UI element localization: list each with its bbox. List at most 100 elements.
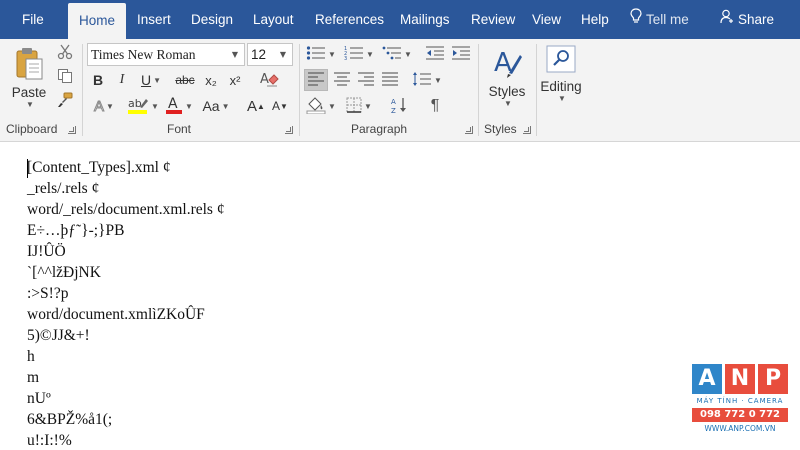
tell-me-label: Tell me — [646, 12, 689, 27]
styles-button[interactable]: A Styles ▼ — [484, 43, 530, 119]
ribbon-tab-bar: File Home Insert Design Layout Reference… — [0, 0, 800, 39]
svg-text:A: A — [391, 98, 396, 106]
strikethrough-button[interactable]: abc — [172, 69, 198, 91]
superscript-button[interactable]: x² — [224, 69, 246, 91]
chevron-down-icon: ▼ — [366, 49, 374, 59]
tab-references[interactable]: References — [315, 0, 384, 39]
chevron-down-icon: ▼ — [185, 101, 193, 111]
logo-phone: 098 772 0 772 — [692, 408, 788, 422]
format-painter-button[interactable] — [55, 91, 75, 111]
document-line: [Content_Types].xml ¢ — [27, 159, 171, 176]
tab-layout[interactable]: Layout — [253, 0, 294, 39]
chevron-down-icon: ▼ — [221, 101, 230, 111]
group-divider — [536, 44, 537, 136]
font-launcher-icon[interactable] — [285, 126, 293, 134]
clipboard-launcher-icon[interactable] — [68, 126, 76, 134]
tab-design[interactable]: Design — [191, 0, 233, 39]
indent-icon — [451, 45, 471, 64]
tab-view[interactable]: View — [532, 0, 561, 39]
text-effects-button[interactable]: A ▼ — [88, 95, 120, 117]
italic-button[interactable]: I — [112, 69, 132, 91]
bold-button[interactable]: B — [88, 69, 108, 91]
sort-az-icon: AZ — [391, 96, 409, 117]
paintbrush-icon — [57, 92, 73, 111]
bullets-button[interactable]: ▼ — [304, 43, 338, 65]
grow-font-button[interactable]: A ▲ — [245, 95, 267, 117]
cut-button[interactable] — [55, 43, 75, 63]
logo-letter-n: N — [725, 364, 755, 394]
clear-formatting-button[interactable]: A — [257, 69, 281, 91]
eraser-icon: A — [259, 70, 279, 91]
decrease-indent-button[interactable] — [424, 43, 446, 65]
document-line: word/document.xmlìZKoÛF — [27, 306, 205, 323]
paint-bucket-icon — [306, 96, 326, 117]
align-right-button[interactable] — [354, 69, 378, 91]
paragraph-launcher-icon[interactable] — [465, 126, 473, 134]
font-name-combo[interactable]: Times New Roman ▼ — [87, 43, 245, 66]
chevron-down-icon: ▼ — [106, 101, 114, 111]
lightbulb-icon — [630, 0, 642, 40]
line-spacing-button[interactable]: ▼ — [410, 69, 444, 91]
align-left-button[interactable] — [304, 69, 328, 91]
scissors-icon — [57, 44, 73, 63]
share-label: Share — [738, 12, 775, 27]
sort-button[interactable]: AZ — [388, 95, 412, 117]
share-button[interactable]: Share — [720, 0, 774, 39]
svg-text:A: A — [260, 72, 269, 87]
clipboard-icon — [13, 47, 45, 84]
paste-label: Paste — [11, 85, 47, 100]
align-center-button[interactable] — [330, 69, 354, 91]
shrink-font-button[interactable]: A ▼ — [269, 95, 291, 117]
logo-letter-a: A — [692, 364, 722, 394]
svg-text:3: 3 — [344, 56, 347, 61]
group-divider — [299, 44, 300, 136]
align-right-icon — [358, 72, 374, 89]
styles-label: Styles — [488, 84, 526, 99]
editing-button[interactable]: Editing ▼ — [540, 43, 582, 109]
svg-text:Z: Z — [391, 107, 396, 114]
document-line: nUº — [27, 390, 51, 407]
tab-insert[interactable]: Insert — [137, 0, 171, 39]
change-case-button[interactable]: Aa ▼ — [198, 95, 234, 117]
borders-button[interactable]: ▼ — [342, 95, 376, 117]
tab-file[interactable]: File — [22, 0, 44, 39]
highlight-button[interactable]: ab ▼ — [125, 95, 161, 117]
document-line: m — [27, 369, 40, 386]
styles-launcher-icon[interactable] — [523, 126, 531, 134]
font-size-combo[interactable]: 12 ▼ — [247, 43, 293, 66]
tab-mailings[interactable]: Mailings — [400, 0, 450, 39]
tell-me-box[interactable]: Tell me — [630, 0, 689, 39]
document-line: 6&BPŽ%å1(; — [27, 411, 113, 428]
multilevel-list-button[interactable]: ▼ — [380, 43, 414, 65]
subscript-button[interactable]: x₂ — [200, 69, 222, 91]
tab-help[interactable]: Help — [581, 0, 609, 39]
grow-font-label: A — [247, 97, 258, 115]
line-spacing-icon — [412, 71, 432, 90]
font-name-value: Times New Roman — [91, 47, 196, 62]
caret-up-icon: ▲ — [257, 101, 265, 111]
person-icon — [720, 0, 734, 40]
underline-label: U — [140, 72, 152, 88]
font-color-button[interactable]: A ▼ — [163, 95, 195, 117]
underline-button[interactable]: U ▼ — [136, 69, 166, 91]
chevron-down-icon: ▼ — [153, 75, 162, 85]
justify-button[interactable] — [378, 69, 402, 91]
show-marks-button[interactable]: ¶ — [424, 95, 446, 117]
document-line: _rels/.rels ¢ — [27, 180, 100, 197]
document-body[interactable]: [Content_Types].xml ¢ _rels/.rels ¢ word… — [0, 142, 800, 450]
numbering-button[interactable]: 123 ▼ — [342, 43, 376, 65]
chevron-down-icon: ▼ — [151, 101, 159, 111]
chevron-down-icon: ▼ — [328, 49, 336, 59]
chevron-down-icon: ▼ — [279, 50, 287, 59]
tab-review[interactable]: Review — [471, 0, 515, 39]
borders-icon — [346, 97, 362, 116]
paste-button[interactable]: Paste ▼ — [6, 45, 52, 111]
tab-home[interactable]: Home — [68, 3, 126, 39]
shading-button[interactable]: ▼ — [304, 95, 338, 117]
increase-indent-button[interactable] — [450, 43, 472, 65]
copy-button[interactable] — [55, 67, 75, 87]
outdent-icon — [425, 45, 445, 64]
styles-group-label: Styles — [484, 122, 517, 136]
chevron-down-icon: ▼ — [404, 49, 412, 59]
document-line: h — [27, 348, 35, 365]
